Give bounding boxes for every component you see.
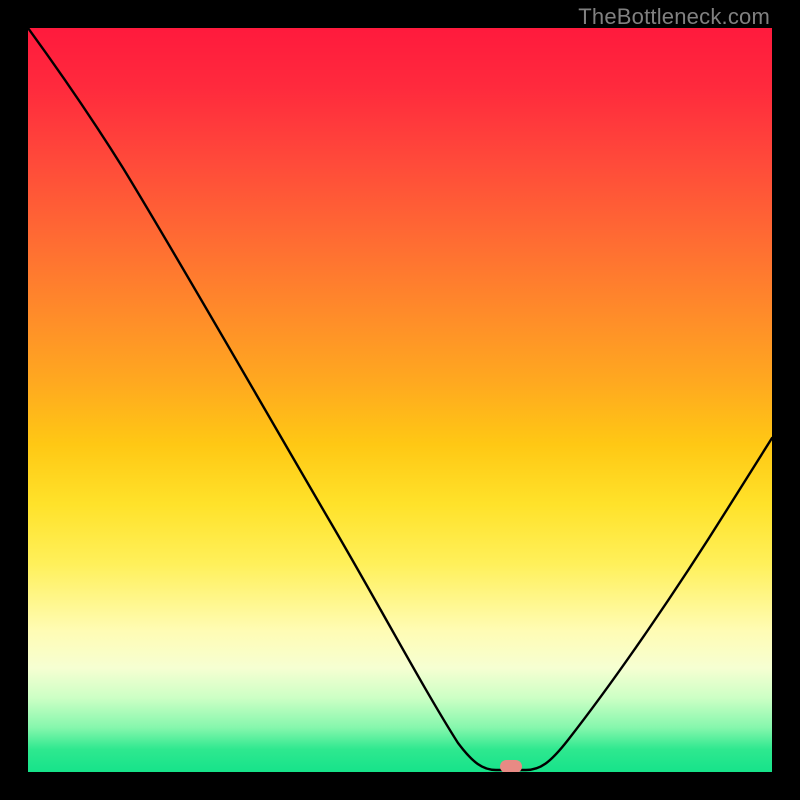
optimal-point-marker [500, 760, 522, 772]
bottleneck-curve [28, 28, 772, 772]
watermark-text: TheBottleneck.com [578, 4, 770, 30]
plot-area [28, 28, 772, 772]
chart-frame: TheBottleneck.com [0, 0, 800, 800]
